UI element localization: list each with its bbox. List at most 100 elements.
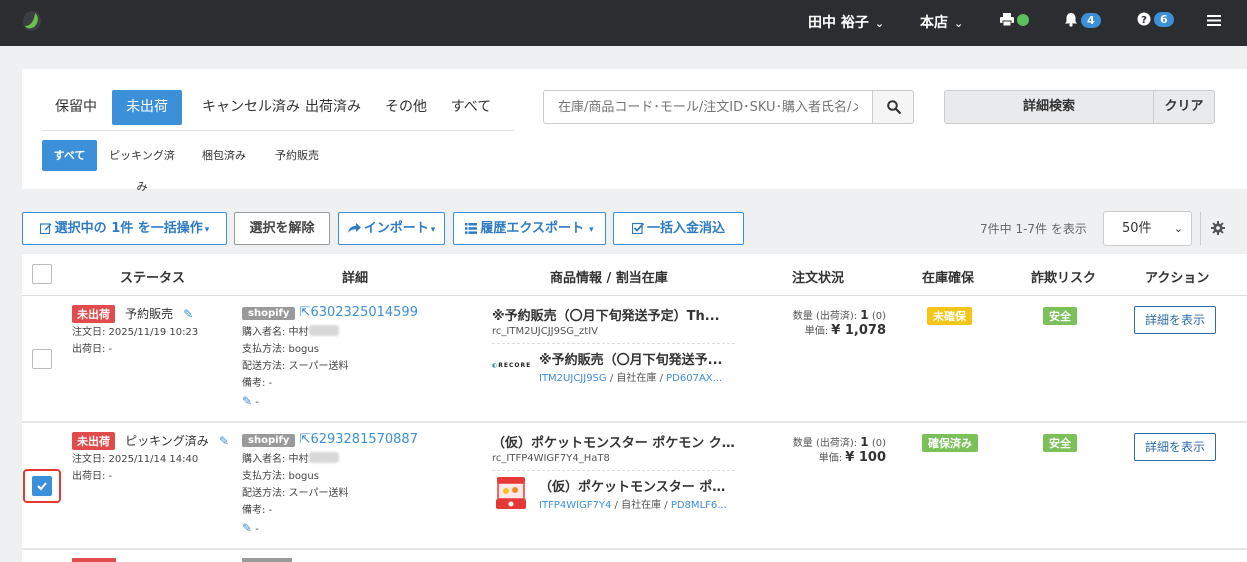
notification-count-badge: 4 bbox=[1081, 13, 1101, 28]
unit-price-value: ¥ 100 bbox=[845, 450, 886, 465]
quantity: 数量 (出荷済): 1 (0) bbox=[774, 435, 886, 451]
product-title[interactable]: （仮）ポケットモンスター ポケモン クレーン... bbox=[492, 432, 735, 451]
row-divider bbox=[22, 421, 1247, 423]
stock-item-title[interactable]: ※予約販売（〇月下旬発送予... bbox=[539, 349, 735, 368]
bell-icon bbox=[1065, 13, 1077, 27]
unit-price-label: 単価: bbox=[804, 326, 832, 337]
caret-down-icon: ▾ bbox=[585, 225, 594, 235]
mall-badge: shopify bbox=[242, 434, 296, 447]
quantity-shipped: (0) bbox=[868, 438, 886, 449]
deselect-button[interactable]: 選択を解除 bbox=[234, 212, 330, 245]
view-detail-button[interactable]: 詳細を表示 bbox=[1134, 306, 1216, 334]
tab-other[interactable]: その他 bbox=[376, 90, 436, 125]
tab-all[interactable]: すべて bbox=[442, 90, 500, 125]
order-id-link[interactable]: 6302325014599 bbox=[310, 305, 418, 320]
pencil-icon[interactable]: ✎ bbox=[219, 434, 229, 448]
search-input[interactable] bbox=[543, 90, 873, 124]
subtab-packed[interactable]: 梱包済み bbox=[194, 140, 254, 171]
stock-type: 自社在庫 bbox=[616, 373, 657, 384]
user-menu[interactable]: 田中 裕子 ⌄ bbox=[808, 12, 884, 32]
bulk-action-label: 選択中の 1件 を一括操作 bbox=[54, 221, 203, 236]
stock-item-meta: ITM2UJCJJ9SG / 自社在庫 / PD607AX... bbox=[539, 373, 723, 384]
menu-icon bbox=[1207, 15, 1221, 26]
row-checkbox[interactable] bbox=[32, 349, 52, 369]
status-badge: 未出荷 bbox=[72, 305, 115, 323]
help-menu[interactable]: ? 6 bbox=[1137, 12, 1174, 28]
clear-button[interactable]: クリア bbox=[1153, 90, 1215, 124]
bulk-payment-label: 一括入金消込 bbox=[646, 221, 725, 236]
caret-down-icon: ▾ bbox=[430, 225, 436, 235]
notifications[interactable]: 4 bbox=[1064, 12, 1101, 29]
order-id-link[interactable]: 6293281570887 bbox=[310, 432, 418, 447]
row-checkbox[interactable] bbox=[32, 476, 52, 496]
svg-text:?: ? bbox=[1141, 15, 1147, 26]
checkmark-icon bbox=[37, 482, 47, 491]
header-order-status: 注文状況 bbox=[792, 271, 845, 286]
unit-price-value: ¥ 1,078 bbox=[831, 323, 886, 338]
chevron-down-icon: ⌄ bbox=[1173, 222, 1183, 235]
product-thumbnail bbox=[496, 477, 526, 509]
next-row-status-badge bbox=[72, 558, 116, 562]
printer-status[interactable] bbox=[1000, 13, 1029, 29]
stock-item-title[interactable]: （仮）ポケットモンスター ポケモン... bbox=[539, 476, 735, 495]
stock-code-link[interactable]: ITM2UJCJJ9SG bbox=[539, 373, 607, 384]
chevron-down-icon: ⌄ bbox=[954, 17, 964, 30]
stock-location-link[interactable]: PD8MLF6... bbox=[671, 500, 727, 511]
stock-location-link[interactable]: PD607AX... bbox=[666, 373, 722, 384]
buyer-name: 購入者名: 中村 bbox=[242, 324, 339, 341]
per-page-value: 50件 bbox=[1122, 221, 1152, 236]
import-button[interactable]: インポート ▾ bbox=[338, 212, 445, 245]
search-button[interactable] bbox=[872, 90, 914, 124]
filter-panel: 保留中 未出荷 キャンセル済み 出荷済み その他 すべて すべて ピッキング済み… bbox=[22, 69, 1247, 193]
product-sku: rc_ITM2UJCJJ9SG_ztIV bbox=[492, 326, 599, 337]
tab-cancelled[interactable]: キャンセル済み bbox=[186, 90, 316, 125]
subtab-all[interactable]: すべて bbox=[42, 140, 97, 171]
tab-shipped[interactable]: 出荷済み bbox=[298, 90, 368, 125]
redacted-name bbox=[308, 325, 339, 336]
orders-table: ステータス 詳細 商品情報 / 割当在庫 注文状況 在庫確保 詐欺リスク アクシ… bbox=[22, 254, 1247, 562]
quantity-shipped: (0) bbox=[868, 311, 886, 322]
app-logo-icon[interactable] bbox=[22, 10, 42, 32]
import-label: インポート bbox=[363, 221, 429, 236]
status-badge: 未出荷 bbox=[72, 432, 115, 450]
tab-unshipped[interactable]: 未出荷 bbox=[112, 90, 182, 125]
fraud-risk-badge: 安全 bbox=[1043, 434, 1077, 452]
status-sub: 予約販売 bbox=[125, 307, 174, 321]
hamburger-menu[interactable] bbox=[1207, 14, 1221, 31]
unit-price: 単価: ¥ 100 bbox=[774, 450, 886, 466]
select-all-checkbox[interactable] bbox=[32, 264, 52, 284]
stock-code-link[interactable]: ITFP4WIGF7Y4 bbox=[539, 500, 611, 511]
toolbar-divider bbox=[1200, 212, 1201, 245]
per-page-select[interactable]: 50件 ⌄ bbox=[1103, 211, 1192, 246]
detail-cell: shopify ⇱6293281570887 bbox=[242, 432, 418, 447]
row-divider bbox=[22, 548, 1247, 550]
tab-divider bbox=[42, 130, 514, 131]
stock-status: 確保済み bbox=[922, 434, 978, 452]
mall-badge: shopify bbox=[242, 307, 296, 320]
fraud-risk-badge: 安全 bbox=[1043, 307, 1077, 325]
product-title[interactable]: ※予約販売（〇月下旬発送予定）Th... bbox=[492, 305, 735, 324]
store-menu[interactable]: 本店 ⌄ bbox=[920, 12, 963, 32]
result-count: 7件中 1-7件 を表示 bbox=[980, 222, 1087, 236]
view-detail-button[interactable]: 詳細を表示 bbox=[1134, 433, 1216, 461]
header-product: 商品情報 / 割当在庫 bbox=[550, 271, 668, 286]
payment-method: 支払方法: bogus bbox=[242, 471, 319, 482]
quantity: 数量 (出荷済): 1 (0) bbox=[774, 308, 886, 324]
product-divider bbox=[492, 470, 735, 471]
gear-icon[interactable] bbox=[1211, 221, 1225, 235]
advanced-search-button[interactable]: 詳細検索 bbox=[944, 90, 1154, 124]
memo-edit[interactable]: ✎ - bbox=[242, 520, 259, 538]
fraud-risk: 安全 bbox=[1043, 307, 1077, 325]
pencil-icon[interactable]: ✎ bbox=[183, 307, 193, 321]
subtab-preorder[interactable]: 予約販売 bbox=[267, 140, 327, 171]
stock-item-meta: ITFP4WIGF7Y4 / 自社在庫 / PD8MLF6... bbox=[539, 500, 727, 511]
chevron-down-icon: ⌄ bbox=[874, 17, 885, 30]
tab-on-hold[interactable]: 保留中 bbox=[44, 90, 108, 125]
bulk-payment-button[interactable]: 一括入金消込 bbox=[613, 212, 744, 245]
buyer-name-text: 購入者名: 中村 bbox=[242, 454, 309, 465]
bulk-action-button[interactable]: 選択中の 1件 を一括操作 ▾ bbox=[22, 212, 227, 245]
subtab-picked[interactable]: ピッキング済み bbox=[106, 140, 178, 193]
memo-edit[interactable]: ✎ - bbox=[242, 393, 259, 411]
history-export-button[interactable]: 履歴エクスポート ▾ bbox=[453, 212, 606, 245]
delivery-method: 配送方法: スーパー送料 bbox=[242, 488, 349, 499]
